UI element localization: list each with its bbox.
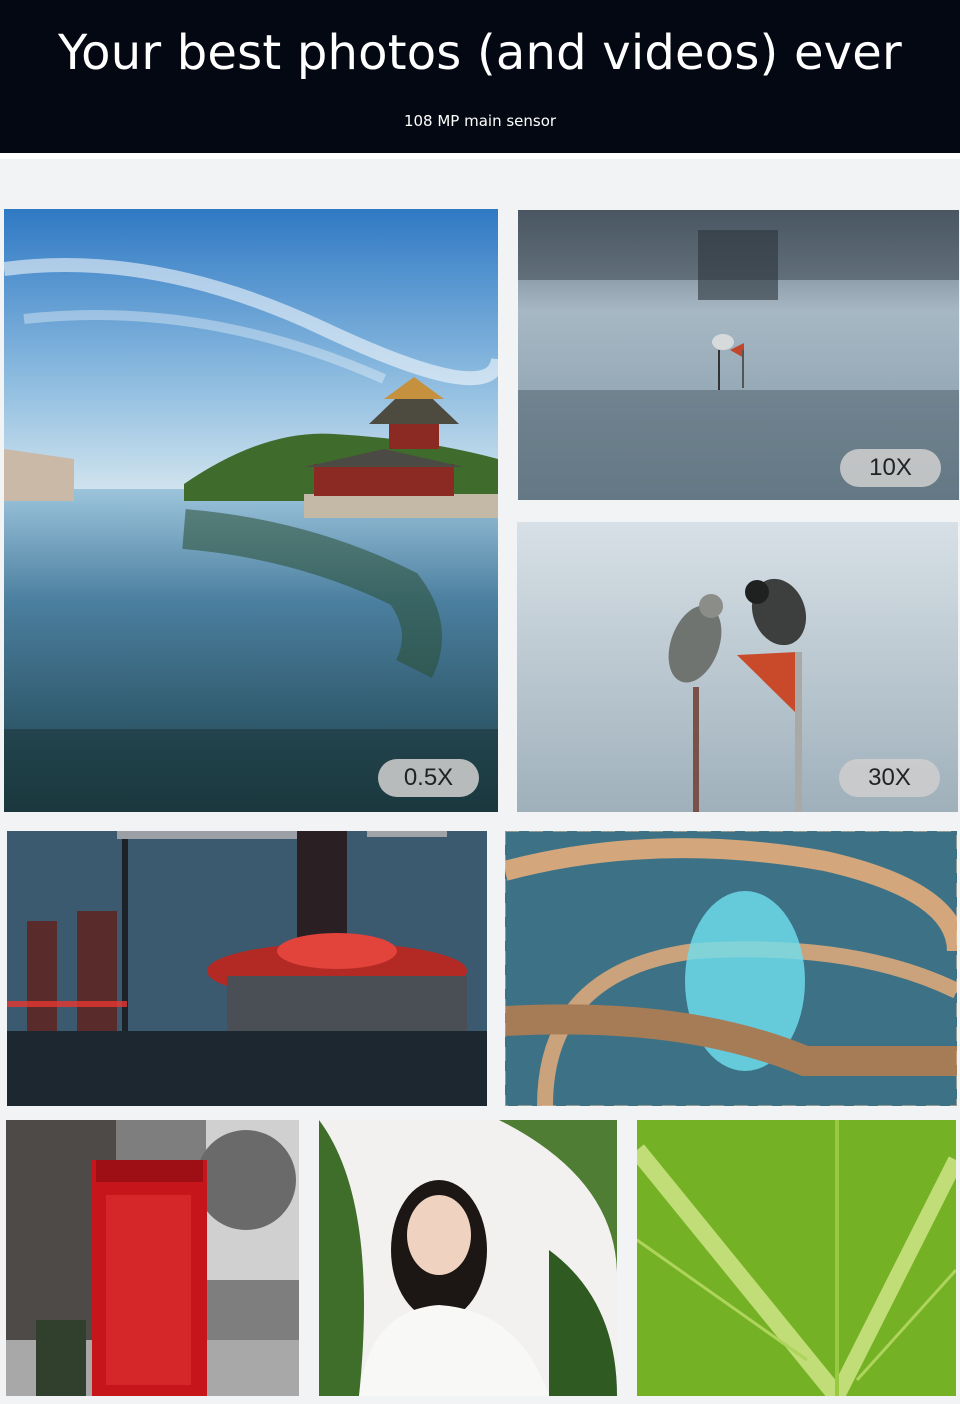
photo-red-phone-booth	[6, 1120, 299, 1396]
hero-subtitle: 108 MP main sensor	[403, 112, 557, 130]
photo-portrait	[319, 1120, 617, 1396]
photo-palace-moat: 0.5X	[4, 209, 498, 812]
photo-spiral-architecture	[505, 831, 957, 1106]
zoom-badge-10x: 10X	[840, 449, 941, 487]
hero-banner: Your best photos (and videos) ever 108 M…	[0, 0, 960, 153]
photo-gallery: 0.5X 10X 30X	[0, 159, 960, 1404]
photo-industrial-night	[7, 831, 487, 1106]
hero-title: Your best photos (and videos) ever	[58, 25, 902, 81]
photo-heron-reflection: 10X	[518, 210, 959, 500]
zoom-badge-0-5x: 0.5X	[378, 759, 479, 797]
photo-herons-closeup: 30X	[517, 522, 958, 812]
photo-leaf-macro	[637, 1120, 956, 1396]
zoom-badge-30x: 30X	[839, 759, 940, 797]
